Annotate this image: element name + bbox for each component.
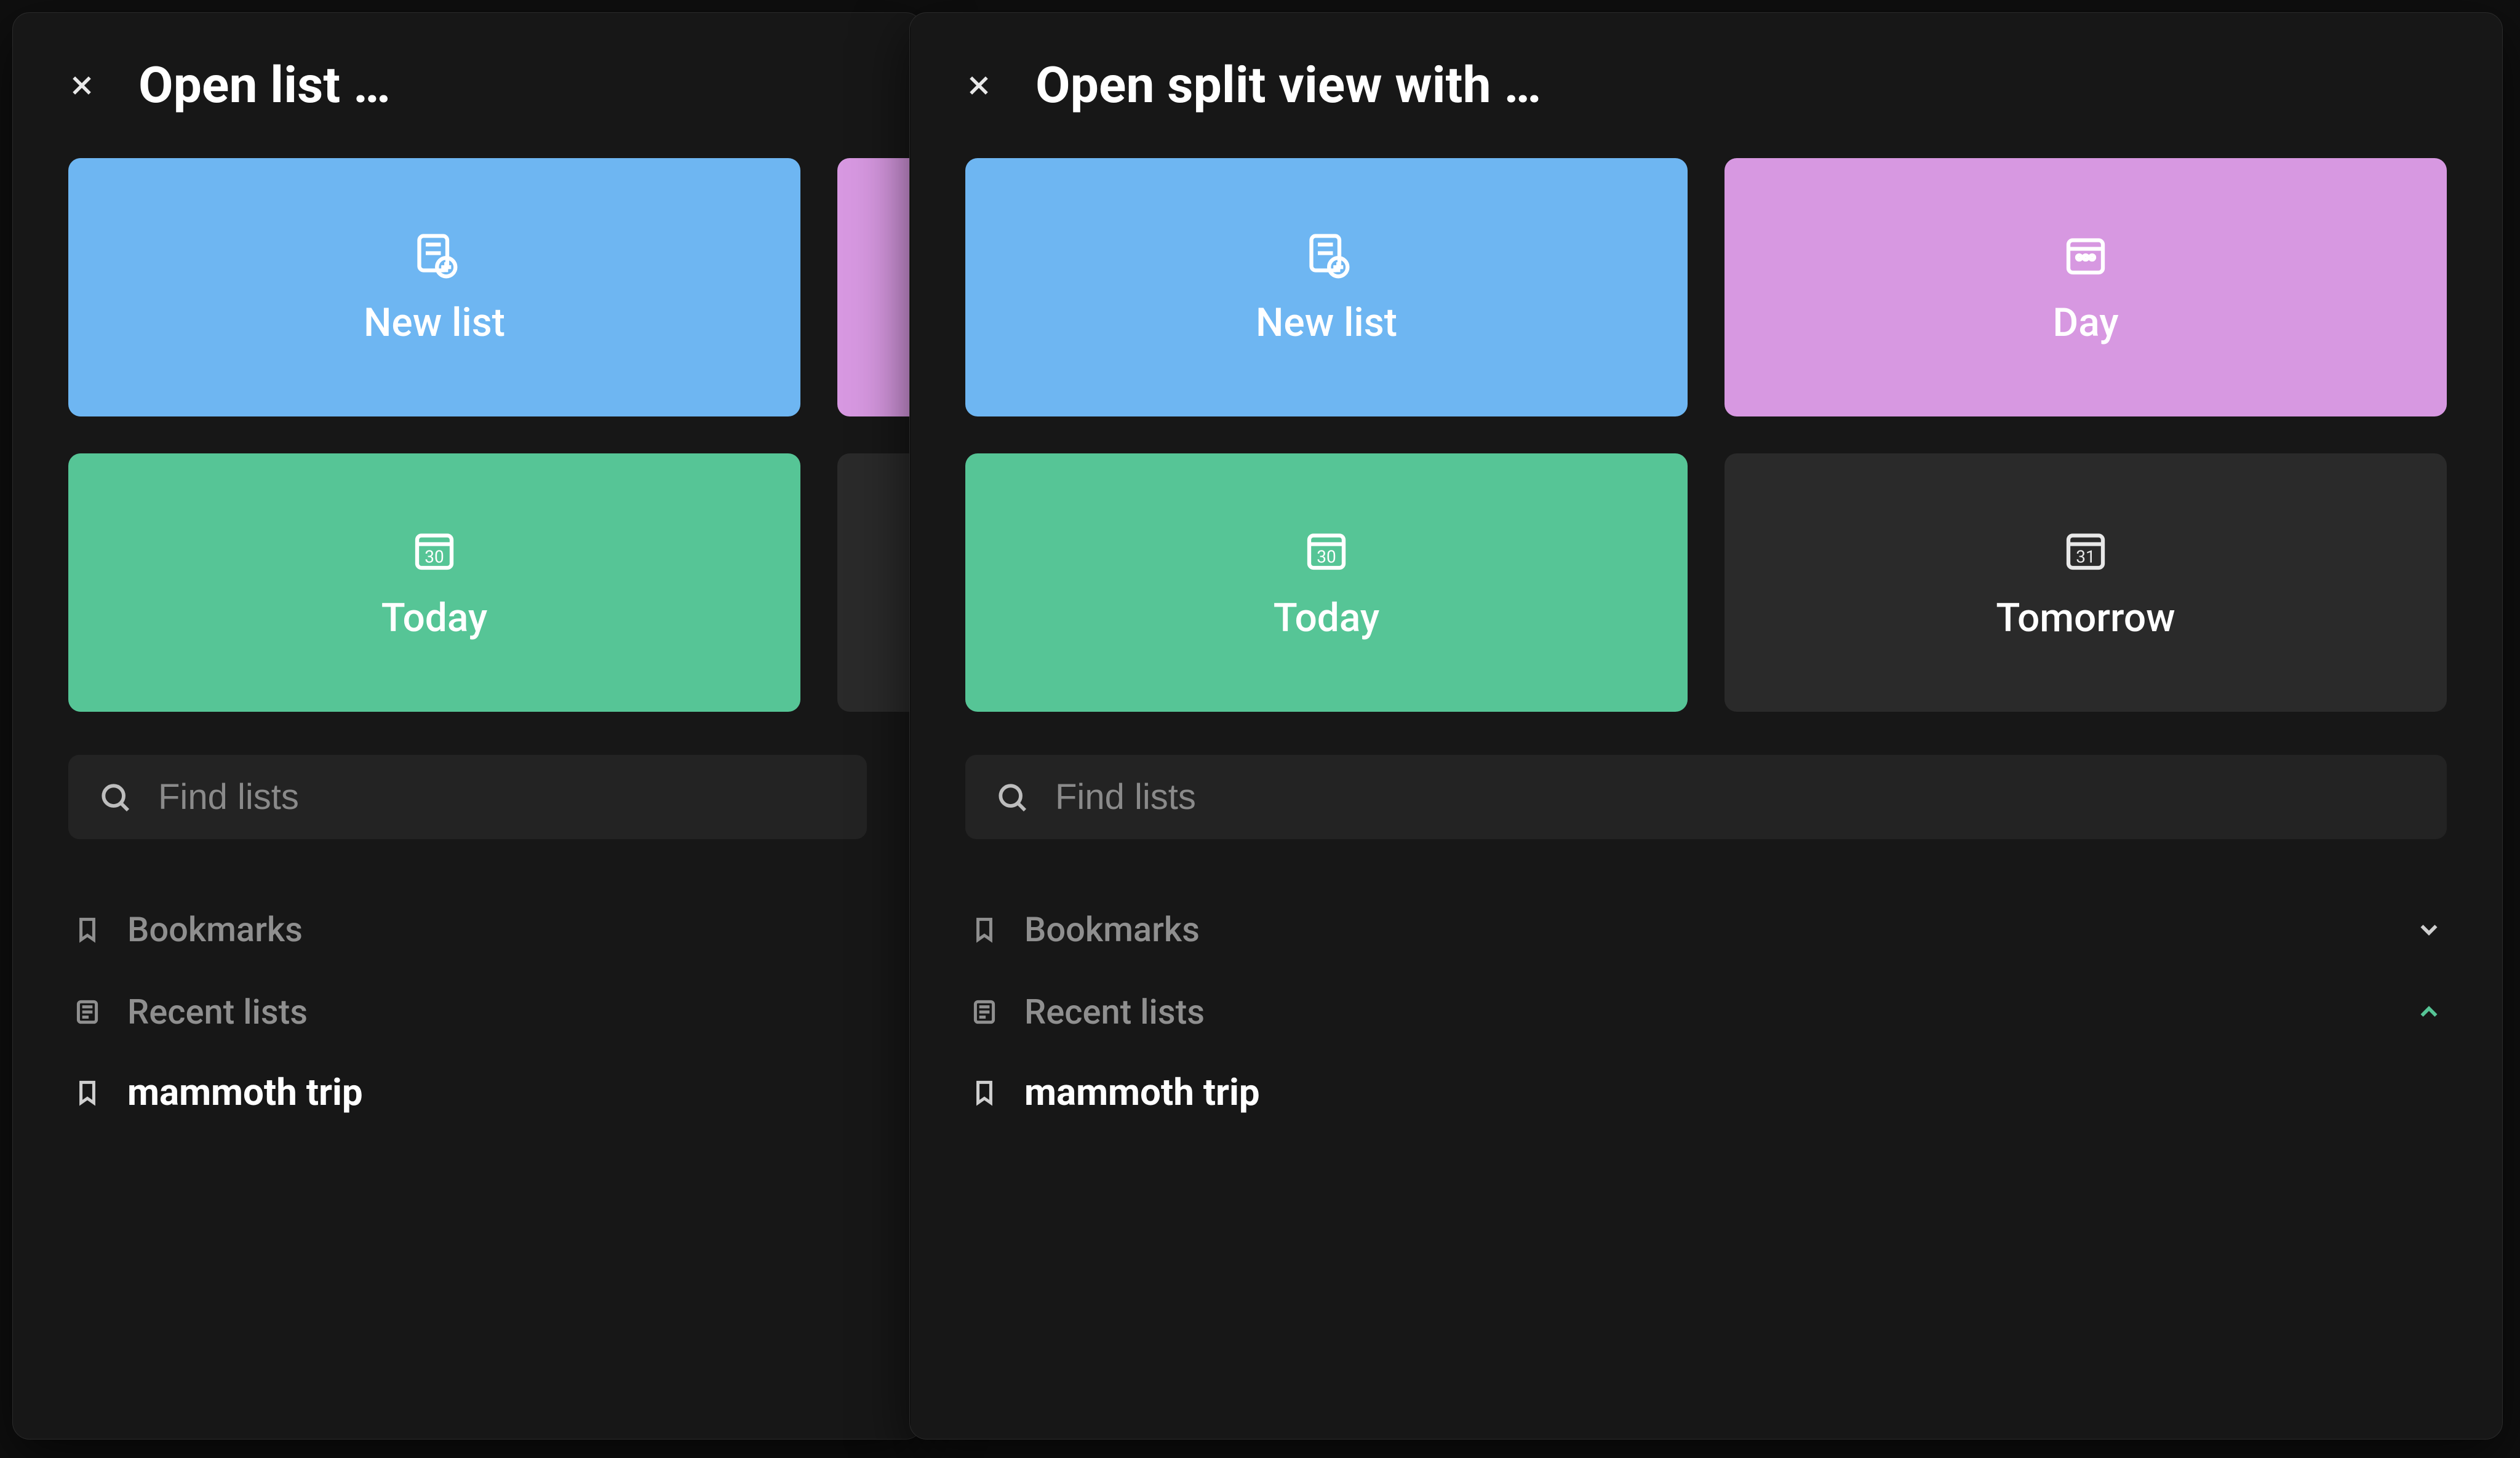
panel-header: Open split view with … [965, 56, 2447, 115]
open-list-panel: Open list … New list [12, 12, 923, 1440]
bookmark-icon [969, 1077, 1000, 1108]
bookmark-icon [72, 914, 103, 945]
recent-lists-section[interactable]: Recent lists [68, 971, 867, 1053]
search-field[interactable] [68, 755, 867, 839]
search-icon [98, 780, 132, 815]
section-label: Bookmarks [127, 909, 303, 950]
list-icon [969, 997, 1000, 1027]
calendar-today-icon: 30 [1301, 525, 1352, 576]
list-item-label: mammoth trip [127, 1070, 363, 1114]
tile-new-list[interactable]: New list [68, 158, 800, 416]
open-split-view-panel: Open split view with … New list [909, 12, 2503, 1440]
close-button[interactable] [959, 66, 999, 105]
tile-label: Tomorrow [1996, 595, 2175, 641]
new-list-icon [409, 229, 460, 281]
tile-label: Day [2052, 300, 2118, 346]
tile-today[interactable]: 30 Today [68, 453, 800, 712]
tile-tomorrow[interactable]: 31 Tomorrow [1725, 453, 2447, 712]
search-icon [995, 780, 1029, 815]
svg-text:31: 31 [2076, 546, 2095, 567]
recent-list-item[interactable]: mammoth trip [68, 1053, 867, 1131]
panel-title: Open list … [138, 56, 391, 115]
new-list-icon [1301, 229, 1352, 281]
bookmarks-section[interactable]: Bookmarks [965, 888, 2447, 971]
close-button[interactable] [62, 66, 102, 105]
tile-day[interactable]: Day [1725, 158, 2447, 416]
search-input[interactable] [157, 776, 837, 818]
tiles-grid: New list Day 30 Today [68, 158, 867, 712]
tile-label: New list [1256, 300, 1397, 346]
bookmark-icon [969, 914, 1000, 945]
tile-label: New list [364, 300, 505, 346]
panel-header: Open list … [68, 56, 867, 115]
calendar-today-icon: 30 [409, 525, 460, 576]
list-item-label: mammoth trip [1024, 1070, 1260, 1114]
tiles-grid: New list Day 30 Today [965, 158, 2447, 712]
tile-today[interactable]: 30 Today [965, 453, 1688, 712]
recent-lists-section[interactable]: Recent lists [965, 971, 2447, 1053]
recent-list-item[interactable]: mammoth trip [965, 1053, 2447, 1131]
tile-label: Today [1274, 595, 1379, 641]
section-label: Recent lists [1024, 992, 1205, 1032]
panel-title: Open split view with … [1035, 56, 1541, 115]
close-icon [965, 72, 992, 99]
chevron-up-icon [2415, 998, 2443, 1026]
calendar-tomorrow-icon: 31 [2060, 525, 2111, 576]
section-label: Bookmarks [1024, 909, 1200, 950]
bookmarks-section[interactable]: Bookmarks [68, 888, 867, 971]
list-icon [72, 997, 103, 1027]
search-field[interactable] [965, 755, 2447, 839]
svg-text:30: 30 [425, 546, 444, 567]
section-label: Recent lists [127, 992, 308, 1032]
bookmark-icon [72, 1077, 103, 1108]
calendar-icon [2060, 229, 2111, 281]
svg-text:30: 30 [1317, 546, 1336, 567]
close-icon [68, 72, 95, 99]
tile-new-list[interactable]: New list [965, 158, 1688, 416]
tile-label: Today [381, 595, 487, 641]
search-input[interactable] [1054, 776, 2417, 818]
chevron-down-icon [2415, 915, 2443, 944]
